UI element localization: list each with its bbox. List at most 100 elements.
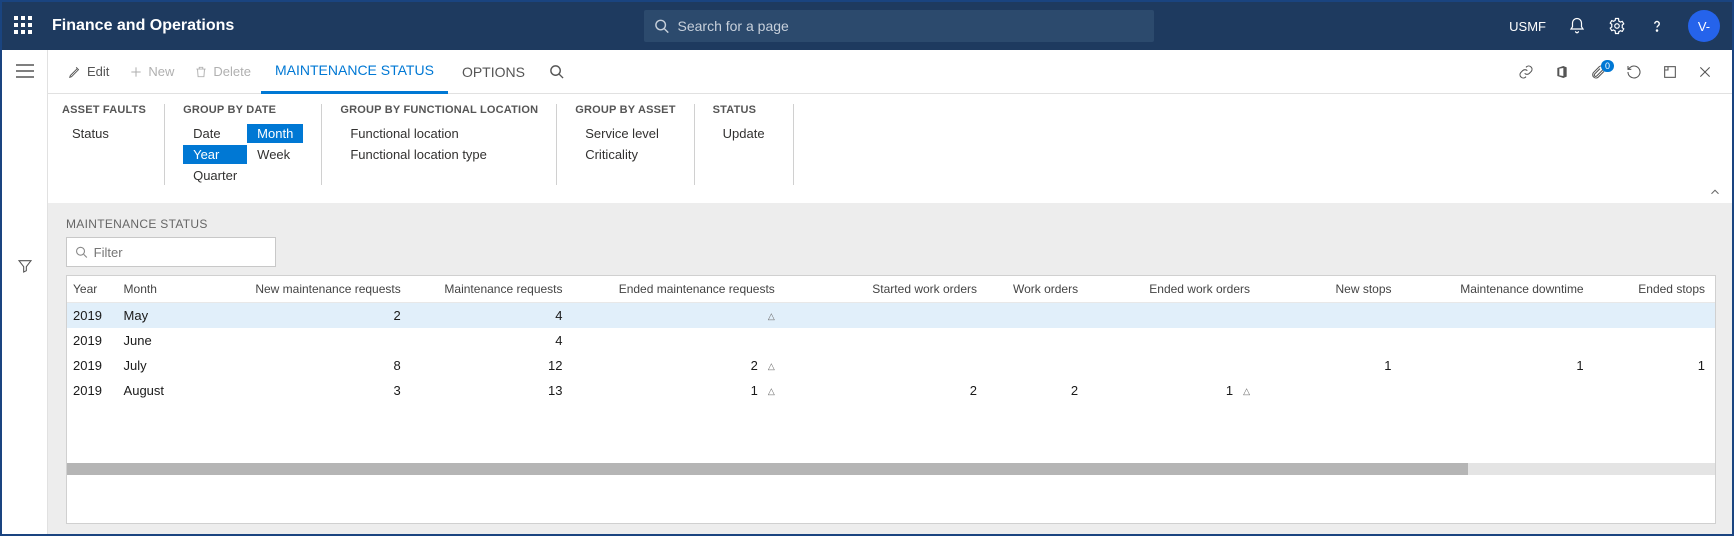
table-row[interactable]: 2019June4 <box>67 328 1715 353</box>
cell-maint_down <box>1402 328 1594 353</box>
cell-work_orders <box>987 303 1088 329</box>
table-row[interactable]: 2019May24△ <box>67 303 1715 329</box>
cell-new_stops <box>1260 378 1402 403</box>
delete-button: Delete <box>184 50 261 94</box>
ribbon-item-month[interactable]: Month <box>247 124 303 143</box>
plus-icon <box>129 65 143 79</box>
ribbon-item-quarter[interactable]: Quarter <box>183 166 247 185</box>
data-grid[interactable]: YearMonthNew maintenance requestsMainten… <box>66 275 1716 524</box>
new-label: New <box>148 64 174 79</box>
ribbon-group: ASSET FAULTS Status <box>62 104 165 185</box>
search-box[interactable] <box>644 10 1154 42</box>
ribbon-item-functional-location[interactable]: Functional location <box>340 124 497 143</box>
search-action[interactable] <box>539 50 574 94</box>
company-code[interactable]: USMF <box>1509 19 1546 34</box>
filter-input[interactable] <box>94 245 267 260</box>
column-header-new_stops[interactable]: New stops <box>1260 276 1402 303</box>
triangle-icon: △ <box>768 386 775 397</box>
column-header-ended_req[interactable]: Ended maintenance requests <box>573 276 785 303</box>
ribbon-group-title: GROUP BY DATE <box>183 104 303 116</box>
link-icon[interactable] <box>1508 64 1544 80</box>
cell-month: May <box>118 303 229 329</box>
cell-new_req: 8 <box>229 353 411 378</box>
column-header-ended_stops[interactable]: Ended stops <box>1594 276 1715 303</box>
search-icon <box>654 18 669 34</box>
cell-maint_req: 13 <box>411 378 573 403</box>
column-header-year[interactable]: Year <box>67 276 118 303</box>
cell-year: 2019 <box>67 378 118 403</box>
ribbon-item-service-level[interactable]: Service level <box>575 124 669 143</box>
column-header-maint_req[interactable]: Maintenance requests <box>411 276 573 303</box>
horizontal-scrollbar[interactable] <box>67 463 1715 475</box>
popout-icon[interactable] <box>1652 64 1688 80</box>
column-header-started_wo[interactable]: Started work orders <box>785 276 987 303</box>
cell-new_stops <box>1260 328 1402 353</box>
cell-started_wo <box>785 328 987 353</box>
ribbon-item-date[interactable]: Date <box>183 124 247 143</box>
column-header-new_req[interactable]: New maintenance requests <box>229 276 411 303</box>
pencil-icon <box>68 65 82 79</box>
app-launcher-icon[interactable] <box>14 16 34 36</box>
attachments-badge: 0 <box>1601 60 1614 72</box>
cell-new_req: 3 <box>229 378 411 403</box>
close-icon[interactable] <box>1688 65 1722 79</box>
attachments-icon[interactable]: 0 <box>1580 64 1616 80</box>
cell-ended_wo: 1△ <box>1088 378 1260 403</box>
column-header-ended_wo[interactable]: Ended work orders <box>1088 276 1260 303</box>
cell-ended_wo <box>1088 303 1260 329</box>
cell-ended_stops <box>1594 378 1715 403</box>
cell-maint_down: 1 <box>1402 353 1594 378</box>
search-input[interactable] <box>678 18 1145 34</box>
filter-icon[interactable] <box>17 258 33 274</box>
ribbon-item-year[interactable]: Year <box>183 145 247 164</box>
ribbon-group-title: GROUP BY ASSET <box>575 104 675 116</box>
trash-icon <box>194 65 208 79</box>
column-header-work_orders[interactable]: Work orders <box>987 276 1088 303</box>
ribbon-group-title: STATUS <box>713 104 775 116</box>
table-row[interactable]: 2019August3131△221△ <box>67 378 1715 403</box>
ribbon-item-week[interactable]: Week <box>247 145 303 164</box>
triangle-icon: △ <box>1243 386 1250 397</box>
table-row[interactable]: 2019July8122△111 <box>67 353 1715 378</box>
cell-maint_req: 4 <box>411 328 573 353</box>
ribbon-item-criticality[interactable]: Criticality <box>575 145 669 164</box>
cell-started_wo <box>785 353 987 378</box>
office-icon[interactable] <box>1544 64 1580 80</box>
ribbon-item-update[interactable]: Update <box>713 124 775 143</box>
hamburger-icon[interactable] <box>16 64 34 78</box>
cell-ended_wo <box>1088 353 1260 378</box>
edit-label: Edit <box>87 64 109 79</box>
column-header-maint_down[interactable]: Maintenance downtime <box>1402 276 1594 303</box>
action-bar: Edit New Delete MAINTENANCE STATUSOPTION… <box>48 50 1732 94</box>
filter-box[interactable] <box>66 237 276 267</box>
user-avatar[interactable]: V- <box>1688 10 1720 42</box>
cell-new_stops <box>1260 303 1402 329</box>
cell-new_req: 2 <box>229 303 411 329</box>
cell-new_stops: 1 <box>1260 353 1402 378</box>
section-title: MAINTENANCE STATUS <box>66 217 1716 231</box>
tab-maintenance-status[interactable]: MAINTENANCE STATUS <box>261 50 448 94</box>
cell-work_orders <box>987 328 1088 353</box>
bell-icon[interactable] <box>1568 17 1586 35</box>
ribbon-item-status[interactable]: Status <box>62 124 119 143</box>
cell-ended_stops <box>1594 328 1715 353</box>
help-icon[interactable] <box>1648 17 1666 35</box>
cell-month: August <box>118 378 229 403</box>
edit-button[interactable]: Edit <box>58 50 119 94</box>
cell-month: June <box>118 328 229 353</box>
tab-options[interactable]: OPTIONS <box>448 50 539 94</box>
refresh-icon[interactable] <box>1616 64 1652 80</box>
column-header-month[interactable]: Month <box>118 276 229 303</box>
cell-work_orders <box>987 353 1088 378</box>
ribbon-group-title: ASSET FAULTS <box>62 104 146 116</box>
cell-ended_req: 2△ <box>573 353 785 378</box>
cell-work_orders: 2 <box>987 378 1088 403</box>
gear-icon[interactable] <box>1608 17 1626 35</box>
cell-maint_down <box>1402 378 1594 403</box>
cell-year: 2019 <box>67 353 118 378</box>
search-icon <box>75 245 88 259</box>
ribbon-item-functional-location-type[interactable]: Functional location type <box>340 145 497 164</box>
cell-maint_down <box>1402 303 1594 329</box>
collapse-ribbon-icon[interactable] <box>1708 185 1722 199</box>
left-rail <box>2 50 48 534</box>
